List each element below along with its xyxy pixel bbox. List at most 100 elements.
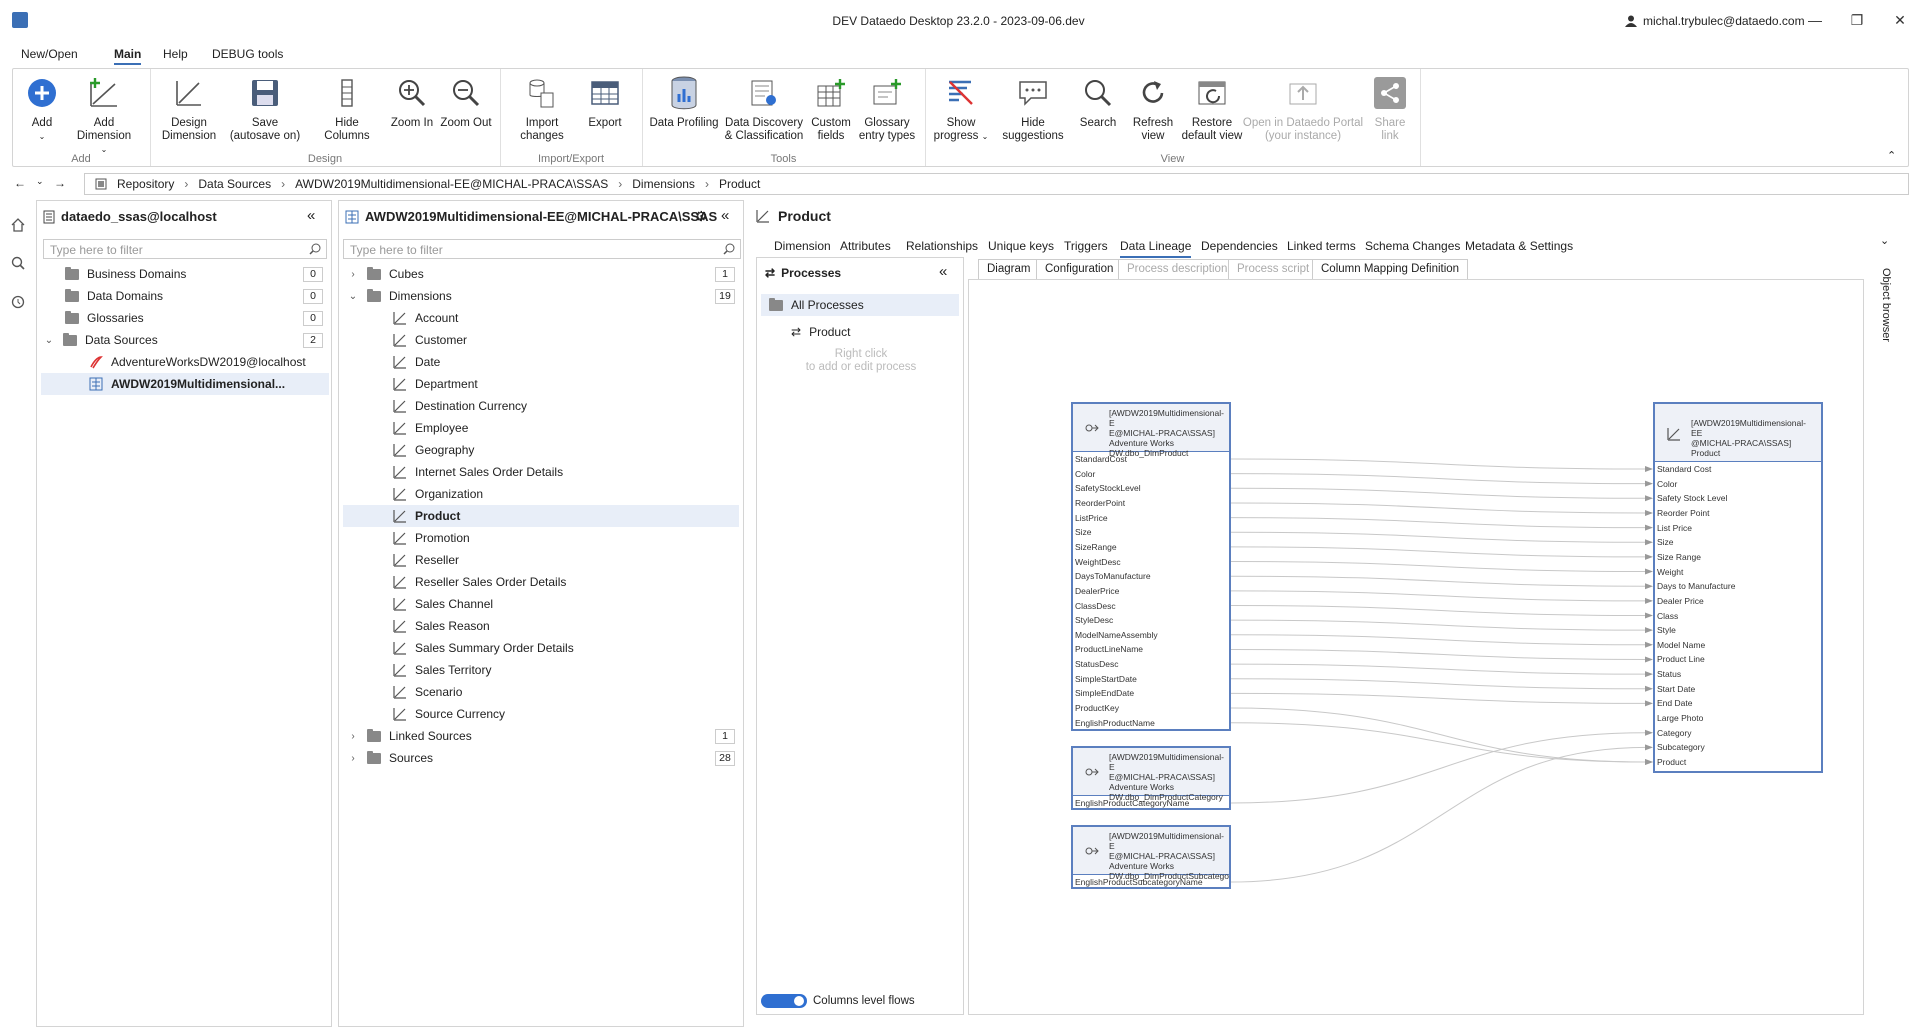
- design-dimension-button[interactable]: Design Dimension: [161, 75, 217, 143]
- add-button[interactable]: Add ⌄: [23, 75, 61, 143]
- chevron-right-icon[interactable]: ›: [347, 731, 359, 742]
- tab-dimension[interactable]: Dimension: [774, 236, 831, 256]
- forward-icon[interactable]: →: [54, 176, 66, 190]
- chevron-right-icon[interactable]: ›: [347, 269, 359, 280]
- collapse-panel-icon[interactable]: «: [307, 207, 315, 224]
- data-discovery-button[interactable]: Data Discovery & Classification: [723, 75, 805, 143]
- object-browser-tab[interactable]: Object browser: [1876, 268, 1892, 368]
- object-filter-input[interactable]: Type here to filter: [343, 239, 741, 259]
- tree-item-awdw2019[interactable]: AWDW2019Multidimensional...: [41, 373, 329, 395]
- dimension-item[interactable]: Promotion: [343, 527, 739, 549]
- export-button[interactable]: Export: [579, 75, 631, 130]
- collapse-panel-icon[interactable]: «: [721, 207, 729, 224]
- hide-suggestions-button[interactable]: Hide suggestions: [997, 75, 1069, 143]
- repository-filter-input[interactable]: Type here to filter: [43, 239, 327, 259]
- restore-button[interactable]: ❐: [1842, 8, 1872, 32]
- entity-column[interactable]: Standard Cost: [1657, 462, 1711, 476]
- dimension-item[interactable]: Destination Currency: [343, 395, 739, 417]
- tab-attributes[interactable]: Attributes: [840, 236, 891, 256]
- tree-item-business-domains[interactable]: Business Domains 0: [37, 263, 331, 285]
- columns-level-flows-toggle[interactable]: Columns level flows: [761, 993, 915, 1009]
- entity-column[interactable]: SimpleStartDate: [1075, 672, 1137, 686]
- entity-column[interactable]: Product: [1657, 755, 1686, 769]
- entity-column[interactable]: Subcategory: [1657, 740, 1705, 754]
- entity-column[interactable]: ProductKey: [1075, 701, 1119, 715]
- search-button[interactable]: Search: [1075, 75, 1121, 130]
- entity-column[interactable]: Style: [1657, 623, 1676, 637]
- dimension-item[interactable]: Geography: [343, 439, 739, 461]
- custom-fields-button[interactable]: Custom fields: [809, 75, 853, 143]
- home-icon[interactable]: [11, 218, 25, 232]
- history-dropdown-icon[interactable]: ⌄: [36, 176, 44, 187]
- entity-column[interactable]: Size: [1075, 525, 1092, 539]
- process-item-product[interactable]: ⇄ Product: [761, 321, 959, 343]
- tree-item-cubes[interactable]: › Cubes 1: [339, 263, 743, 285]
- import-changes-button[interactable]: Import changes: [509, 75, 575, 143]
- tab-dependencies[interactable]: Dependencies: [1201, 236, 1278, 256]
- entity-product-target[interactable]: [AWDW2019Multidimensional-EE @MICHAL-PRA…: [1653, 402, 1823, 773]
- dimension-item[interactable]: Reseller: [343, 549, 739, 571]
- zoom-out-button[interactable]: Zoom Out: [439, 75, 493, 130]
- entity-column[interactable]: StatusDesc: [1075, 657, 1118, 671]
- breadcrumb-repository[interactable]: Repository: [117, 177, 174, 191]
- breadcrumb-dimensions[interactable]: Dimensions: [632, 177, 695, 191]
- dimension-item[interactable]: Account: [343, 307, 739, 329]
- entity-dimproduct[interactable]: [AWDW2019Multidimensional-E E@MICHAL-PRA…: [1071, 402, 1231, 731]
- restore-default-view-button[interactable]: Restore default view: [1179, 75, 1245, 143]
- chevron-right-icon[interactable]: ›: [347, 753, 359, 764]
- lineage-tab-column-mapping[interactable]: Column Mapping Definition: [1312, 259, 1469, 280]
- dimension-item[interactable]: Sales Reason: [343, 615, 739, 637]
- data-profiling-button[interactable]: Data Profiling: [649, 75, 719, 130]
- dimension-item[interactable]: Customer: [343, 329, 739, 351]
- entity-column[interactable]: ProductLineName: [1075, 642, 1143, 656]
- entity-column[interactable]: EnglishProductCategoryName: [1075, 796, 1189, 810]
- breadcrumb-datasource[interactable]: AWDW2019Multidimensional-EE@MICHAL-PRACA…: [295, 177, 608, 191]
- entity-column[interactable]: WeightDesc: [1075, 555, 1121, 569]
- entity-column[interactable]: EnglishProductSubcategoryName: [1075, 875, 1203, 889]
- zoom-in-button[interactable]: Zoom In: [387, 75, 437, 130]
- tab-triggers[interactable]: Triggers: [1064, 236, 1108, 256]
- menu-new-open[interactable]: New/Open: [21, 47, 78, 61]
- entity-column[interactable]: StyleDesc: [1075, 613, 1113, 627]
- tree-item-data-sources[interactable]: ⌄ Data Sources 2: [37, 329, 331, 351]
- collapse-panel-icon[interactable]: «: [939, 263, 947, 280]
- user-account[interactable]: michal.trybulec@dataedo.com: [1625, 14, 1805, 28]
- tabs-overflow-icon[interactable]: ⌄: [1880, 234, 1889, 247]
- breadcrumb-product[interactable]: Product: [719, 177, 760, 191]
- entity-column[interactable]: Reorder Point: [1657, 506, 1709, 520]
- tab-relationships[interactable]: Relationships: [906, 236, 978, 256]
- entity-column[interactable]: Product Line: [1657, 652, 1705, 666]
- minimize-button[interactable]: —: [1800, 8, 1830, 32]
- all-processes-item[interactable]: All Processes: [761, 294, 959, 316]
- tree-item-glossaries[interactable]: Glossaries 0: [37, 307, 331, 329]
- chevron-down-icon[interactable]: ⌄: [43, 335, 55, 346]
- entity-column[interactable]: SizeRange: [1075, 540, 1117, 554]
- dimension-item[interactable]: Sales Channel: [343, 593, 739, 615]
- entity-dimproductsubcategory[interactable]: [AWDW2019Multidimensional-E E@MICHAL-PRA…: [1071, 825, 1231, 889]
- tab-schema-changes[interactable]: Schema Changes: [1365, 236, 1460, 256]
- show-progress-button[interactable]: Show progress ⌄: [931, 75, 991, 143]
- hide-columns-button[interactable]: Hide Columns: [311, 75, 383, 143]
- settings-gear-icon[interactable]: ⚙: [695, 208, 708, 225]
- tree-item-data-domains[interactable]: Data Domains 0: [37, 285, 331, 307]
- lineage-tab-configuration[interactable]: Configuration: [1036, 259, 1123, 280]
- entity-column[interactable]: Days to Manufacture: [1657, 579, 1735, 593]
- dimension-item[interactable]: Employee: [343, 417, 739, 439]
- entity-column[interactable]: Large Photo: [1657, 711, 1703, 725]
- dimension-item[interactable]: Product: [343, 505, 739, 527]
- tab-data-lineage[interactable]: Data Lineage: [1120, 236, 1192, 258]
- entity-dimproductcategory[interactable]: [AWDW2019Multidimensional-E E@MICHAL-PRA…: [1071, 746, 1231, 810]
- entity-column[interactable]: ReorderPoint: [1075, 496, 1125, 510]
- lineage-diagram-canvas[interactable]: [AWDW2019Multidimensional-E E@MICHAL-PRA…: [968, 279, 1864, 1015]
- search-icon[interactable]: [11, 256, 25, 270]
- breadcrumb-data-sources[interactable]: Data Sources: [198, 177, 271, 191]
- entity-column[interactable]: Safety Stock Level: [1657, 491, 1727, 505]
- menu-debug-tools[interactable]: DEBUG tools: [212, 47, 283, 61]
- entity-column[interactable]: ModelNameAssembly: [1075, 628, 1158, 642]
- tab-unique-keys[interactable]: Unique keys: [988, 236, 1054, 256]
- share-link-button[interactable]: Share link: [1365, 75, 1415, 143]
- lineage-tab-process-description[interactable]: Process description: [1118, 259, 1237, 280]
- tree-item-sources[interactable]: › Sources 28: [339, 747, 743, 769]
- entity-column[interactable]: ListPrice: [1075, 511, 1108, 525]
- tree-item-adventureworks[interactable]: AdventureWorksDW2019@localhost: [37, 351, 331, 373]
